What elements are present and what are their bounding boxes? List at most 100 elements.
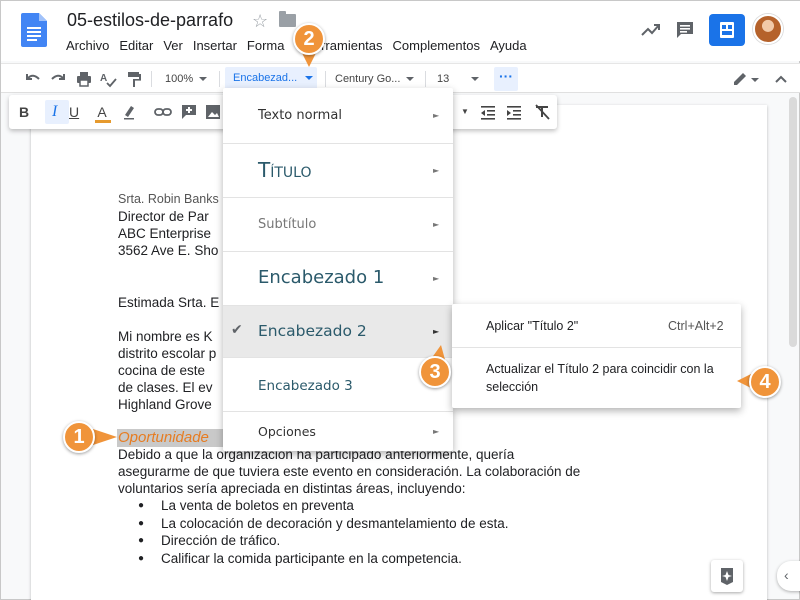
doc-title[interactable]: 05-estilos-de-parrafo [67,10,233,31]
activity-trend-icon[interactable] [640,19,662,41]
menu-insertar[interactable]: Insertar [188,38,242,53]
list-item: Dirección de tráfico. [138,532,508,550]
text-color-button[interactable]: A [95,103,111,123]
menu-item-label: Encabezado 3 [258,378,353,394]
list-item: Calificar la comida participante en la c… [138,550,508,568]
callout-4: 4 [749,366,781,398]
menu-item-encabezado-2[interactable]: ✔ Encabezado 2 ► [223,306,453,358]
comment-icon[interactable] [674,19,696,41]
menu-item-subtitulo[interactable]: Subtítulo ► [223,198,453,252]
chevron-down-icon [305,76,314,81]
bullet-list: La venta de boletos en preventa La coloc… [138,497,508,567]
paragraph-line: de clases. El ev [118,380,213,395]
menu-item-texto-normal[interactable]: Texto normal ► [223,88,453,144]
toolbar-divider [219,71,220,87]
submenu-arrow-icon: ► [433,111,440,120]
heading-2-submenu: Aplicar "Título 2" Ctrl+Alt+2 Actualizar… [452,304,741,408]
menu-archivo[interactable]: Archivo [61,38,114,53]
menu-item-label: Encabezado 1 [258,267,385,288]
menu-complementos[interactable]: Complementos [388,38,485,53]
editing-mode-icon[interactable] [732,70,760,88]
increase-indent-icon[interactable] [505,103,523,121]
add-comment-icon[interactable] [180,103,198,121]
selected-heading[interactable]: Oportunidade [118,429,209,447]
star-icon[interactable]: ☆ [252,10,268,32]
decrease-indent-icon[interactable] [479,103,497,121]
text-color-swatch [95,120,111,123]
font-select[interactable]: Century Go... [335,70,415,88]
greeting: Estimada Srta. E [118,295,220,310]
menu-formato[interactable]: Forma [242,38,287,53]
submenu-arrow-icon: ► [433,220,440,229]
explore-button[interactable] [711,560,743,592]
bold-button[interactable]: B [19,103,29,121]
paragraph-line: cocina de este [118,363,206,378]
paint-format-icon[interactable] [125,70,143,88]
more-options-button[interactable]: ··· [494,67,518,91]
docs-header: 05-estilos-de-parrafo ☆ Archivo Editar V… [1,1,800,61]
recipient-company: ABC Enterprise [118,226,212,241]
menu-item-label: Título [258,158,312,182]
paragraph-style-value: Encabezad... [233,72,298,84]
chevron-down-icon[interactable]: ▼ [461,103,469,121]
toolbar-divider [151,71,152,87]
recipient-address: 3562 Ave E. Sho [118,243,219,258]
share-icon [720,22,734,38]
font-value: Century Go... [335,73,401,85]
docs-logo-icon[interactable] [21,13,47,47]
paragraph-line: asegurarme de que tuviera este evento en… [118,464,581,479]
menu-item-label: Subtítulo [258,217,317,232]
zoom-select[interactable]: 100% [165,70,208,88]
chevron-down-icon [199,77,208,82]
menu-item-opciones[interactable]: Opciones ► [223,412,453,451]
share-button[interactable] [709,14,745,46]
side-panel-toggle[interactable]: ‹ [777,561,800,591]
update-heading-2-item[interactable]: Actualizar el Título 2 para coincidir co… [452,348,741,408]
menu-item-encabezado-3[interactable]: Encabezado 3 [223,358,453,412]
menu-ayuda[interactable]: Ayuda [485,38,532,53]
list-item: La venta de boletos en preventa [138,497,508,515]
toolbar-divider [425,71,426,87]
spellcheck-icon[interactable]: A [99,70,117,88]
link-icon[interactable] [153,103,173,121]
update-heading-2-label: Actualizar el Título 2 para coincidir co… [486,362,714,376]
redo-icon[interactable] [49,70,67,88]
menu-item-label: Opciones [258,424,316,439]
menu-item-titulo[interactable]: Título ► [223,144,453,198]
recipient-name: Srta. Robin Banks [118,192,219,206]
checkmark-icon: ✔ [231,322,243,338]
collapse-icon[interactable] [773,70,789,88]
submenu-arrow-icon: ► [433,166,440,175]
print-icon[interactable] [75,70,93,88]
menu-item-label: Encabezado 2 [258,322,367,340]
insert-image-icon[interactable] [204,103,222,121]
callout-1: 1 [63,421,95,453]
paragraph-line: distrito escolar p [118,346,217,361]
highlight-color-icon[interactable] [121,103,137,121]
undo-icon[interactable] [24,70,42,88]
chevron-down-icon [406,77,415,82]
submenu-arrow-icon: ► [433,427,440,436]
menu-ver[interactable]: Ver [158,38,188,53]
callout-3: 3 [419,356,451,388]
font-size-value: 13 [437,73,450,85]
submenu-arrow-icon: ► [433,327,440,336]
update-heading-2-label-cont: selección [486,380,539,394]
menu-item-label: Texto normal [258,108,342,123]
menu-item-encabezado-1[interactable]: Encabezado 1 ► [223,252,453,306]
recipient-title: Director de Par [118,209,209,224]
clear-formatting-icon[interactable] [533,103,551,121]
callout-2: 2 [293,23,325,55]
italic-button[interactable]: I [52,103,57,121]
menu-editar[interactable]: Editar [114,38,158,53]
font-size-select[interactable]: 13 [437,70,480,88]
apply-heading-2-item[interactable]: Aplicar "Título 2" Ctrl+Alt+2 [452,304,741,348]
vertical-scrollbar[interactable] [789,97,797,347]
avatar[interactable] [753,14,783,44]
paragraph-style-menu: Texto normal ► Título ► Subtítulo ► Enca… [223,88,453,451]
underline-button[interactable]: U [69,103,79,121]
zoom-value: 100% [165,73,194,85]
toolbar-divider [325,71,326,87]
chevron-left-icon: ‹ [784,567,789,583]
folder-icon[interactable] [279,11,296,27]
